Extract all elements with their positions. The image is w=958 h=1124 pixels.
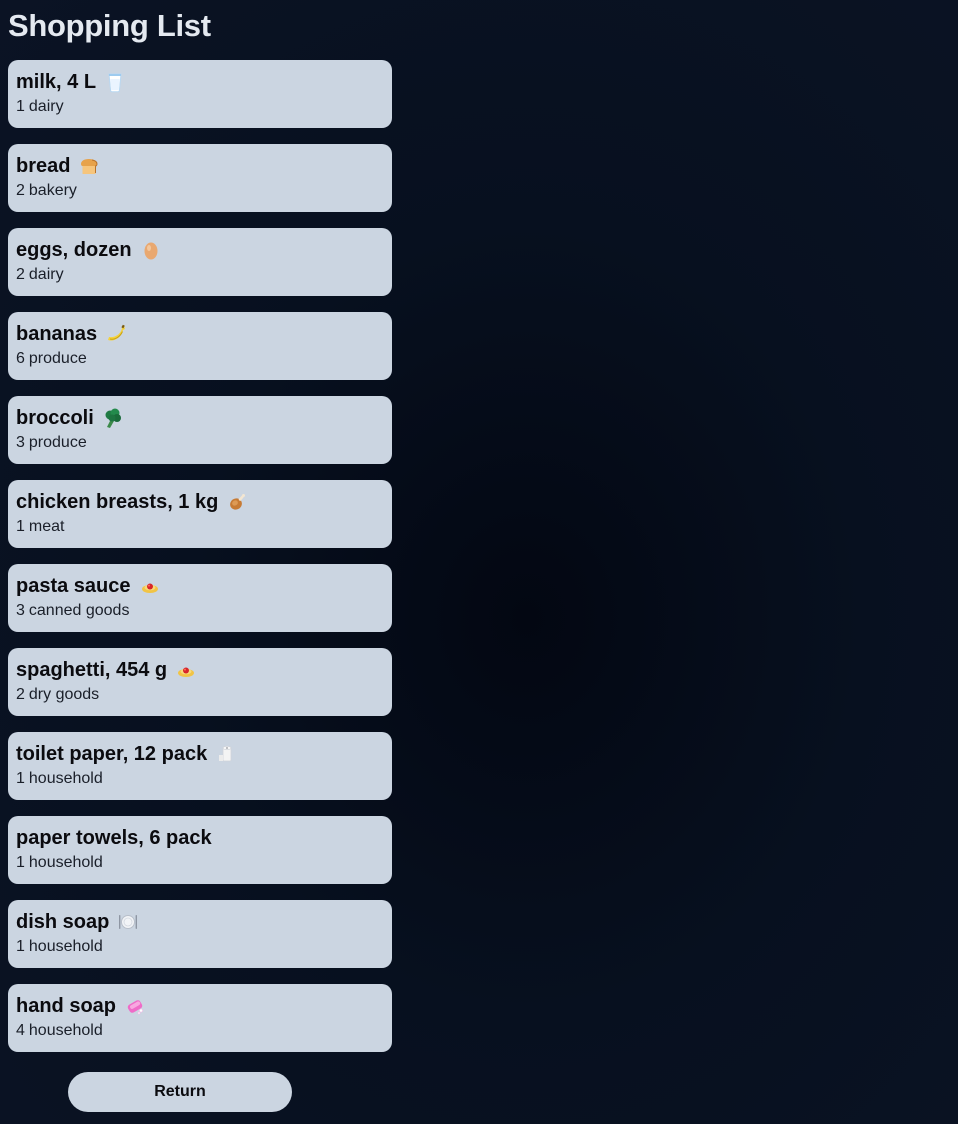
- item-quantity: 3: [16, 602, 25, 619]
- item-quantity: 1: [16, 854, 25, 871]
- item-category: dairy: [28, 266, 64, 283]
- item-category: dry goods: [28, 686, 100, 703]
- item-quantity: 6: [16, 350, 25, 367]
- item-quantity: 3: [16, 434, 25, 451]
- broccoli-icon: [102, 407, 124, 429]
- item-category: canned goods: [28, 602, 130, 619]
- milk-glass-icon: [104, 71, 126, 93]
- item-category: household: [28, 854, 103, 871]
- list-item[interactable]: paper towels, 6 pack 1 household: [8, 816, 392, 884]
- list-item[interactable]: toilet paper, 12 pack 1 household: [8, 732, 392, 800]
- item-quantity: 1: [16, 518, 25, 535]
- item-name: spaghetti, 454 g: [16, 659, 168, 681]
- item-category: household: [28, 938, 103, 955]
- item-name: chicken breasts, 1 kg: [16, 491, 219, 513]
- list-item[interactable]: spaghetti, 454 g 2 dry goods: [8, 648, 392, 716]
- poultry-leg-icon: [226, 491, 248, 513]
- spaghetti-icon: [175, 659, 197, 681]
- item-name: pasta sauce: [16, 575, 131, 597]
- shopping-list-page: Shopping List milk, 4 L 1 dairy bread 2 ba…: [8, 0, 392, 1068]
- spaghetti-icon: [139, 575, 161, 597]
- item-name: milk, 4 L: [16, 71, 97, 93]
- item-name: bread: [16, 155, 71, 177]
- list-item[interactable]: chicken breasts, 1 kg 1 meat: [8, 480, 392, 548]
- item-category: produce: [28, 434, 87, 451]
- list-item[interactable]: bananas 6 produce: [8, 312, 392, 380]
- egg-icon: [140, 239, 162, 261]
- item-quantity: 1: [16, 938, 25, 955]
- item-name: dish soap: [16, 911, 110, 933]
- item-quantity: 2: [16, 266, 25, 283]
- item-quantity: 2: [16, 686, 25, 703]
- item-category: produce: [28, 350, 87, 367]
- item-category: household: [28, 770, 103, 787]
- item-quantity: 4: [16, 1022, 25, 1039]
- item-name: hand soap: [16, 995, 117, 1017]
- item-name: toilet paper, 12 pack: [16, 743, 208, 765]
- shopping-list: milk, 4 L 1 dairy bread 2 bakery eggs, d…: [8, 60, 392, 1052]
- banana-icon: [105, 323, 127, 345]
- list-item[interactable]: broccoli 3 produce: [8, 396, 392, 464]
- list-item[interactable]: eggs, dozen 2 dairy: [8, 228, 392, 296]
- list-item[interactable]: dish soap 1 household: [8, 900, 392, 968]
- item-name: paper towels, 6 pack: [16, 827, 212, 849]
- item-category: bakery: [28, 182, 77, 199]
- item-quantity: 1: [16, 770, 25, 787]
- bread-icon: [78, 155, 100, 177]
- list-item[interactable]: milk, 4 L 1 dairy: [8, 60, 392, 128]
- item-quantity: 2: [16, 182, 25, 199]
- plate-icon: [117, 911, 139, 933]
- item-category: meat: [28, 518, 65, 535]
- item-category: dairy: [28, 98, 64, 115]
- return-button[interactable]: Return: [68, 1072, 292, 1112]
- item-name: eggs, dozen: [16, 239, 132, 261]
- page-title: Shopping List: [8, 8, 211, 43]
- list-item[interactable]: bread 2 bakery: [8, 144, 392, 212]
- toilet-roll-icon: [215, 743, 237, 765]
- item-quantity: 1: [16, 98, 25, 115]
- list-item[interactable]: hand soap 4 household: [8, 984, 392, 1052]
- item-name: bananas: [16, 323, 98, 345]
- list-item[interactable]: pasta sauce 3 canned goods: [8, 564, 392, 632]
- item-category: household: [28, 1022, 103, 1039]
- item-name: broccoli: [16, 407, 94, 429]
- soap-bar-icon: [124, 995, 146, 1017]
